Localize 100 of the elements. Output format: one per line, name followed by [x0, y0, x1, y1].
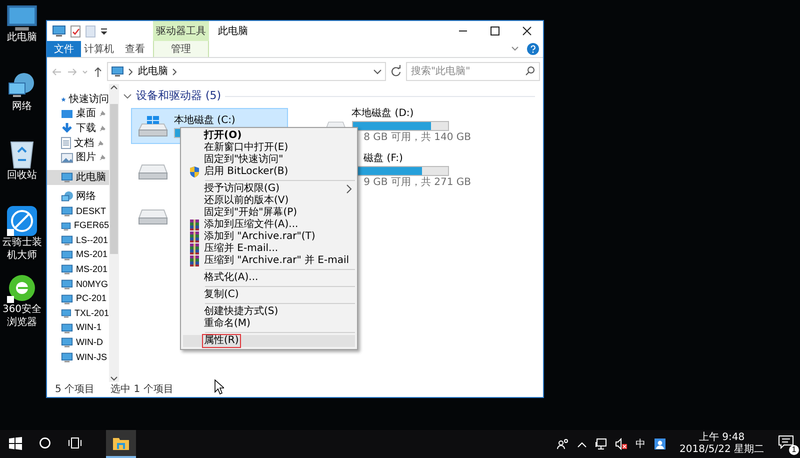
- breadcrumb-item[interactable]: 此电脑: [138, 64, 168, 79]
- computer-icon[interactable]: [52, 25, 66, 37]
- computer-icon: [61, 294, 73, 305]
- computer-icon: [61, 250, 73, 261]
- ribbon-tab[interactable]: 查看: [117, 41, 153, 57]
- nav-item[interactable]: 下载: [47, 121, 109, 136]
- pin-icon[interactable]: [99, 154, 106, 162]
- menu-item[interactable]: 格式化(A)...: [183, 272, 355, 284]
- desktop-icon-label[interactable]: 360安全浏览器: [0, 304, 44, 329]
- nav-item[interactable]: N0MYG: [47, 277, 109, 292]
- status-text: 5 个项目: [55, 383, 95, 397]
- nav-item[interactable]: MS-201: [47, 248, 109, 263]
- nav-item[interactable]: TXL-201: [47, 306, 109, 321]
- circle-icon: [39, 437, 51, 449]
- chevron-up-icon[interactable]: [576, 440, 587, 448]
- pin-icon[interactable]: [99, 110, 106, 118]
- computer-icon: [61, 352, 73, 363]
- menu-item[interactable]: 添加到压缩文件(A)...: [183, 219, 355, 231]
- menu-item[interactable]: 在新窗口中打开(E): [183, 142, 355, 154]
- menu-item[interactable]: 固定到"快速访问": [183, 154, 355, 166]
- nav-item[interactable]: WIN-JS: [47, 350, 109, 365]
- nav-item[interactable]: 网络: [47, 190, 109, 204]
- shield-icon: [188, 166, 200, 178]
- chevron-down-icon[interactable]: [373, 68, 382, 76]
- ribbon-tab[interactable]: 管理: [153, 41, 209, 57]
- menu-item[interactable]: 授予访问权限(G): [183, 183, 355, 195]
- status-text: 选中 1 个项目: [110, 382, 174, 397]
- file-explorer-button[interactable]: [106, 430, 136, 458]
- file-menu-button[interactable]: 文件: [47, 41, 81, 57]
- drive-free-space: 9 GB 可用，共 271 GB: [364, 177, 471, 189]
- pin-icon[interactable]: [97, 140, 104, 147]
- pin-icon[interactable]: [99, 124, 106, 132]
- scrollbar[interactable]: [109, 84, 119, 382]
- address-field[interactable]: 此电脑: [107, 62, 386, 81]
- ribbon-tab[interactable]: 计算机: [81, 41, 117, 57]
- window-title: 此电脑: [217, 24, 248, 38]
- drive-name: 本地磁盘 (D:): [352, 108, 415, 120]
- network-icon[interactable]: [594, 438, 607, 450]
- nav-item[interactable]: FGER65: [47, 218, 109, 234]
- drive-icon: [138, 162, 168, 180]
- clock[interactable]: 上午 9:48 2018/5/22 星期二: [680, 432, 764, 456]
- dropdown-icon[interactable]: [100, 27, 108, 35]
- desktop-icon: [61, 108, 73, 119]
- network-icon: [61, 191, 73, 202]
- menu-item[interactable]: 固定到"开始"屏幕(P): [183, 207, 355, 219]
- computer-icon: [61, 235, 73, 246]
- computer-icon: [61, 220, 71, 232]
- folder-icon: [113, 436, 129, 450]
- menu-item[interactable]: 启用 BitLocker(B): [183, 166, 355, 178]
- computer-icon: [61, 308, 72, 320]
- computer-icon: [61, 264, 73, 276]
- search-field[interactable]: 搜索"此电脑": [406, 62, 540, 81]
- computer-icon: [61, 337, 73, 348]
- nav-item[interactable]: MS-201: [47, 262, 109, 278]
- up-arrow-icon[interactable]: [92, 66, 104, 78]
- menu-item[interactable]: 压缩并 E-mail...: [183, 243, 355, 255]
- books-icon: [188, 231, 200, 243]
- books-icon: [188, 243, 200, 255]
- drive-free-space: 8 GB 可用，共 140 GB: [364, 132, 471, 144]
- breadcrumb-chevron-icon[interactable]: [128, 68, 134, 76]
- nav-item[interactable]: LS--201: [47, 233, 109, 248]
- desktop-icon-label[interactable]: 云骑士装机大师: [0, 237, 44, 262]
- nav-item[interactable]: WIN-1: [47, 320, 109, 336]
- nav-item[interactable]: 快速访问: [47, 92, 109, 107]
- browser-shortcut-icon[interactable]: [6, 272, 38, 304]
- help-icon[interactable]: [527, 43, 539, 55]
- desktop-icon-label[interactable]: 此电脑: [0, 32, 44, 44]
- scroll-up-icon[interactable]: [110, 84, 118, 92]
- computer-icon[interactable]: [6, 4, 38, 32]
- menu-item[interactable]: 添加到 "Archive.rar"(T): [183, 231, 355, 243]
- desktop-icon-label[interactable]: 回收站: [0, 170, 44, 182]
- input-method-indicator[interactable]: 中: [636, 436, 646, 452]
- task-view-icon: [68, 437, 82, 449]
- nav-item[interactable]: WIN-D: [47, 336, 109, 350]
- section-header[interactable]: 设备和驱动器 (5): [136, 88, 222, 104]
- picture-icon: [61, 152, 73, 163]
- breadcrumb-chevron-icon[interactable]: [172, 68, 178, 76]
- app-tray-icon[interactable]: [654, 438, 666, 450]
- menu-item[interactable]: 复制(C): [183, 289, 355, 301]
- app-shortcut-icon[interactable]: [6, 205, 38, 237]
- menu-item[interactable]: 还原以前的版本(V): [183, 195, 355, 207]
- nav-item[interactable]: 桌面: [47, 106, 109, 122]
- speaker-muted-icon[interactable]: [614, 438, 628, 450]
- search-icon: [525, 66, 535, 76]
- nav-item[interactable]: 图片: [47, 150, 109, 165]
- nav-item[interactable]: 此电脑: [47, 170, 109, 185]
- nav-item[interactable]: PC-201: [47, 292, 109, 306]
- nav-item[interactable]: DESKT: [47, 204, 109, 219]
- chevron-icon[interactable]: [123, 92, 132, 100]
- menu-item[interactable]: 属性(R): [183, 335, 355, 347]
- menu-item[interactable]: 重命名(M): [183, 318, 355, 330]
- menu-item[interactable]: 压缩到 "Archive.rar" 并 E-mail: [183, 255, 355, 267]
- desktop-icon-label[interactable]: 网络: [0, 101, 44, 114]
- expand-ribbon-icon[interactable]: [511, 46, 519, 52]
- nav-item[interactable]: 文档: [47, 136, 109, 150]
- properties-icon[interactable]: [70, 24, 81, 38]
- people-icon[interactable]: [556, 438, 569, 450]
- scroll-down-icon[interactable]: [110, 374, 118, 382]
- refresh-icon[interactable]: [389, 64, 403, 78]
- menu-item[interactable]: 创建快捷方式(S): [183, 306, 355, 318]
